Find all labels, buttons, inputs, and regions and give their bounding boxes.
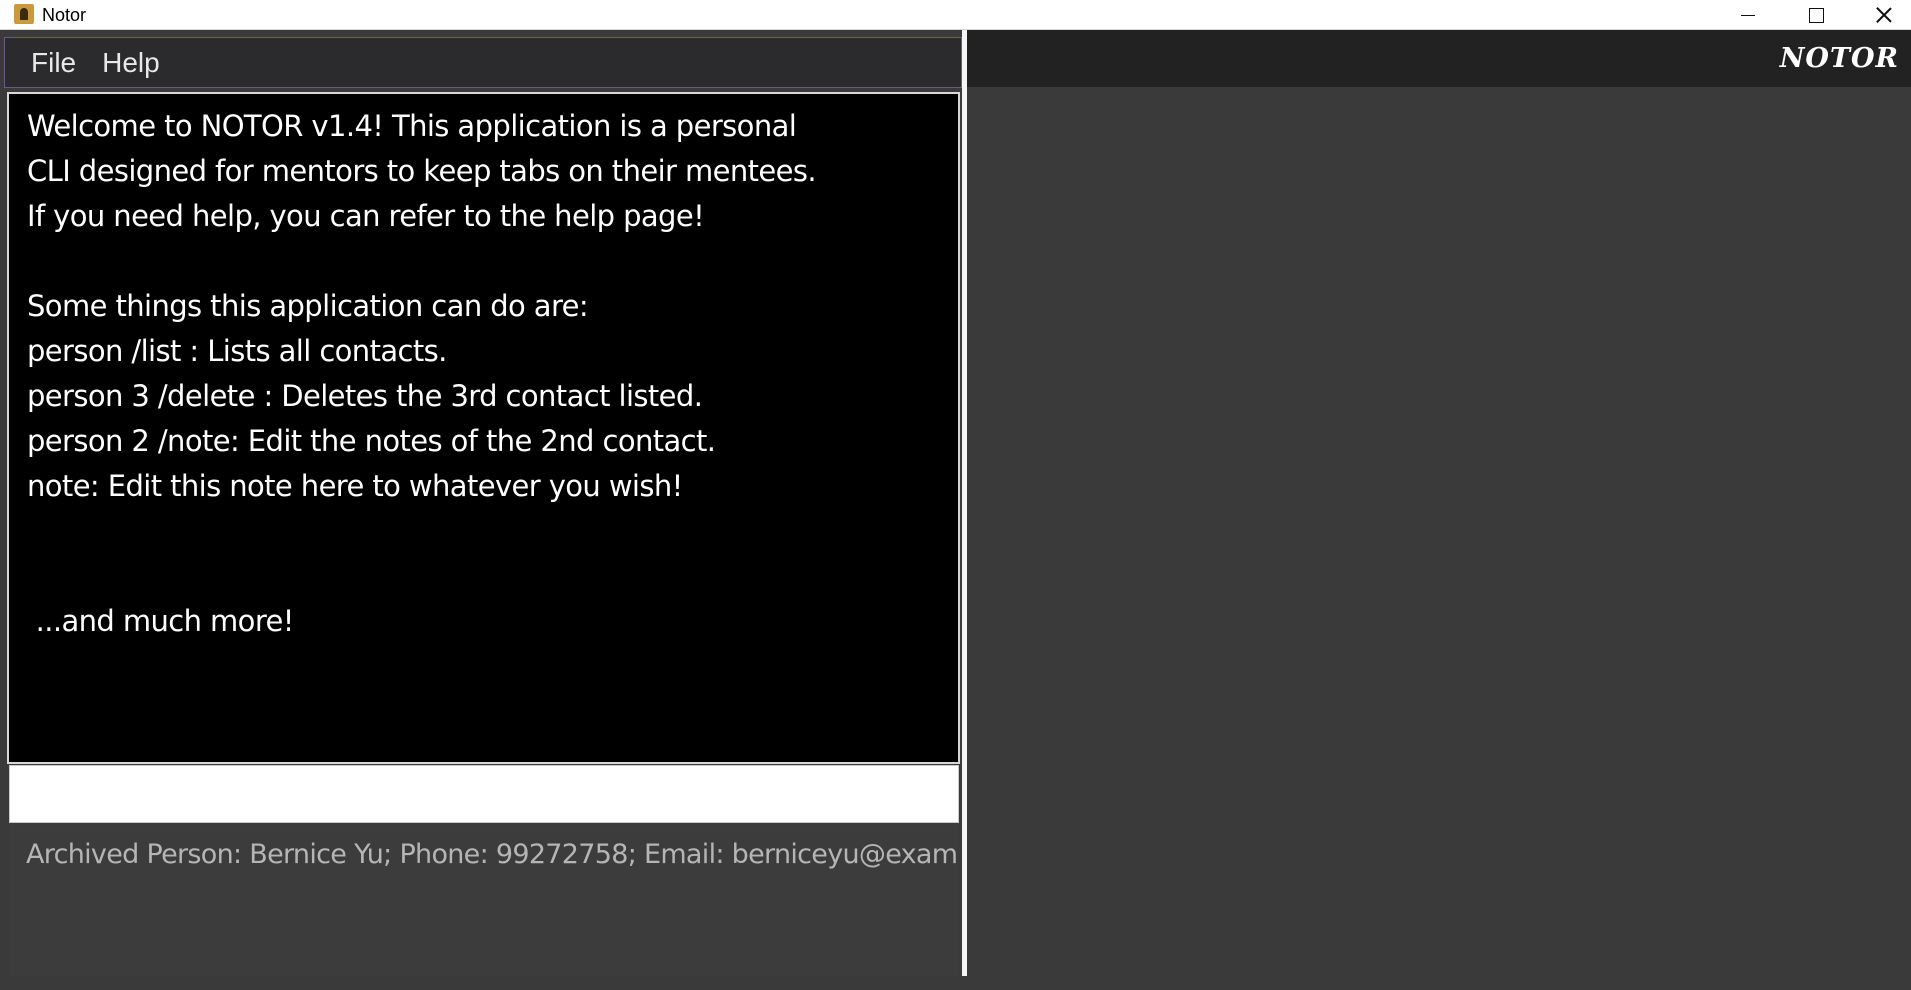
bottom-strip [0,976,1911,990]
status-bar: Archived Person: Bernice Yu; Phone: 9927… [9,825,959,990]
maximize-button[interactable] [1782,0,1850,30]
minimize-button[interactable] [1714,0,1782,30]
command-input[interactable] [9,765,959,823]
window-title: Notor [42,5,87,25]
person-icon [14,4,34,24]
menu-help[interactable]: Help [102,47,160,79]
result-text: Welcome to NOTOR v1.4! This application … [27,109,817,638]
status-text: Archived Person: Bernice Yu; Phone: 9927… [26,839,959,870]
right-panel: NOTOR [967,30,1911,976]
maximize-icon [1808,7,1824,23]
menu-file[interactable]: File [31,47,76,79]
title-bar: Notor [0,0,1911,30]
close-icon [1876,7,1892,23]
close-button[interactable] [1850,0,1911,30]
menu-bar: File Help [4,37,962,88]
left-panel: File Help Welcome to NOTOR v1.4! This ap… [0,30,970,990]
minimize-icon [1741,14,1755,16]
brand-header: NOTOR [967,30,1911,87]
brand-logo: NOTOR [1779,43,1899,74]
result-display: Welcome to NOTOR v1.4! This application … [7,92,960,764]
